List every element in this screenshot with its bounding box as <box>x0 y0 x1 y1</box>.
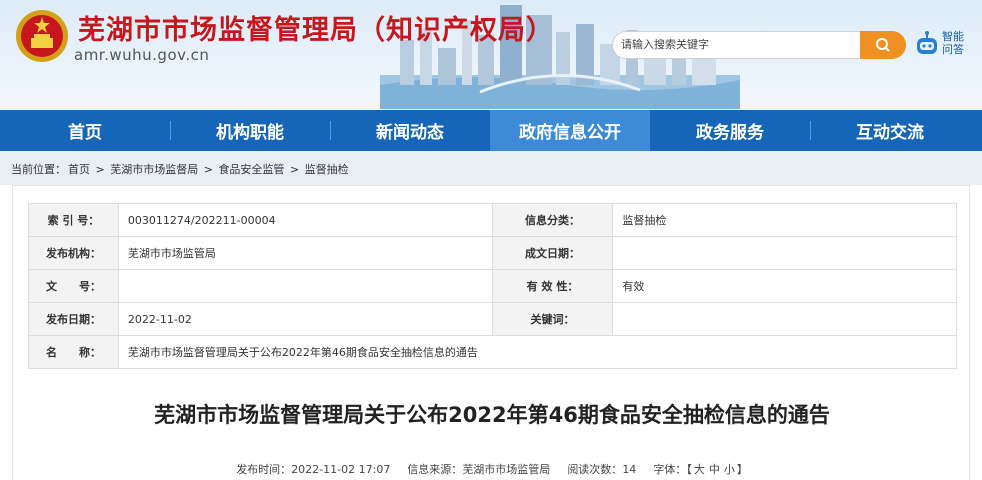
breadcrumb-inspection[interactable]: 监督抽检 <box>305 163 349 176</box>
info-category-value: 监督抽检 <box>612 203 957 237</box>
table-row: 发布日期： 2022-11-02 关键词： <box>28 302 957 336</box>
breadcrumb-home[interactable]: 首页 <box>68 163 90 176</box>
robot-icon[interactable] <box>914 30 940 58</box>
index-no-value: 003011274/202211-00004 <box>117 203 493 237</box>
font-size-control: 字体：【大中小】 <box>653 463 748 476</box>
nav-services[interactable]: 政务服务 <box>650 110 810 151</box>
doc-no-label: 文 号： <box>28 269 119 303</box>
breadcrumb: 当前位置： 首页 > 芜湖市市场监督局 > 食品安全监管 > 监督抽检 <box>11 161 351 177</box>
breadcrumb-bar: 当前位置： 首页 > 芜湖市市场监督局 > 食品安全监管 > 监督抽检 <box>0 151 982 185</box>
font-label: 字体： <box>653 463 687 476</box>
nav-news[interactable]: 新闻动态 <box>330 110 490 151</box>
table-row: 发布机构： 芜湖市市场监管局 成文日期： <box>28 236 957 270</box>
info-category-label: 信息分类： <box>491 203 614 237</box>
doc-no-value <box>117 269 493 303</box>
nav-functions[interactable]: 机构职能 <box>170 110 330 151</box>
validity-value: 有效 <box>612 269 957 303</box>
main-nav: 首页 机构职能 新闻动态 政府信息公开 政务服务 互动交流 <box>0 110 982 151</box>
content-panel: 索 引 号： 003011274/202211-00004 信息分类： 监督抽检… <box>12 185 970 480</box>
breadcrumb-bureau[interactable]: 芜湖市市场监督局 <box>110 163 198 176</box>
table-row: 名 称： 芜湖市市场监督管理局关于公布2022年第46期食品安全抽检信息的通告 <box>28 335 958 369</box>
source-value: 芜湖市市场监管局 <box>462 463 551 476</box>
font-medium-link[interactable]: 中 <box>709 463 720 476</box>
breadcrumb-food-safety[interactable]: 食品安全监管 <box>218 163 284 176</box>
source-label: 信息来源： <box>407 463 463 476</box>
publish-date-label: 发布日期： <box>28 302 119 336</box>
name-label: 名 称： <box>28 335 119 369</box>
article-title: 芜湖市市场监督管理局关于公布2022年第46期食品安全抽检信息的通告 <box>154 403 830 427</box>
validity-label: 有 效 性： <box>491 269 614 303</box>
keywords-label: 关键词： <box>491 302 614 336</box>
publisher-value: 芜湖市市场监管局 <box>117 236 493 270</box>
written-date-label: 成文日期： <box>491 236 614 270</box>
nav-interaction[interactable]: 互动交流 <box>810 110 970 151</box>
breadcrumb-prefix: 当前位置： <box>11 163 66 176</box>
table-row: 索 引 号： 003011274/202211-00004 信息分类： 监督抽检 <box>28 203 957 237</box>
nav-gov-info[interactable]: 政府信息公开 <box>490 110 650 151</box>
national-emblem-icon <box>16 10 68 62</box>
document-meta-table: 索 引 号： 003011274/202211-00004 信息分类： 监督抽检… <box>28 203 958 369</box>
read-count-label: 阅读次数： <box>567 463 623 476</box>
table-row: 文 号： 有 效 性： 有效 <box>28 269 957 303</box>
publish-time-label: 发布时间： <box>236 463 292 476</box>
name-value: 芜湖市市场监督管理局关于公布2022年第46期食品安全抽检信息的通告 <box>117 335 958 369</box>
font-large-link[interactable]: 大 <box>694 463 705 476</box>
nav-home[interactable]: 首页 <box>0 110 170 151</box>
read-count-value: 14 <box>622 463 637 476</box>
font-bracket-open: 【 <box>686 463 692 476</box>
search-icon <box>876 38 890 52</box>
publish-date-value: 2022-11-02 <box>117 302 493 336</box>
font-bracket-close: 】 <box>736 463 748 476</box>
site-header: 芜湖市市场监督管理局（知识产权局） amr.wuhu.gov.cn 请输入搜索关… <box>0 0 982 109</box>
font-small-link[interactable]: 小 <box>724 463 735 476</box>
breadcrumb-separator: > <box>203 163 213 176</box>
search-input[interactable]: 请输入搜索关键字 <box>612 31 862 59</box>
publisher-label: 发布机构： <box>28 236 119 270</box>
index-no-label: 索 引 号： <box>28 203 119 237</box>
site-title: 芜湖市市场监督管理局（知识产权局） <box>78 15 554 46</box>
keywords-value <box>612 302 957 336</box>
search-button[interactable] <box>860 31 906 59</box>
smart-qa-link[interactable]: 智能问答 <box>942 30 972 56</box>
breadcrumb-separator: > <box>289 163 300 176</box>
site-domain: amr.wuhu.gov.cn <box>74 46 210 64</box>
publish-time-value: 2022-11-02 17:07 <box>291 463 391 476</box>
breadcrumb-separator: > <box>95 163 105 176</box>
written-date-value <box>612 236 957 270</box>
article-meta: 发布时间：2022-11-02 17:07 信息来源：芜湖市市场监管局 阅读次数… <box>13 461 971 477</box>
